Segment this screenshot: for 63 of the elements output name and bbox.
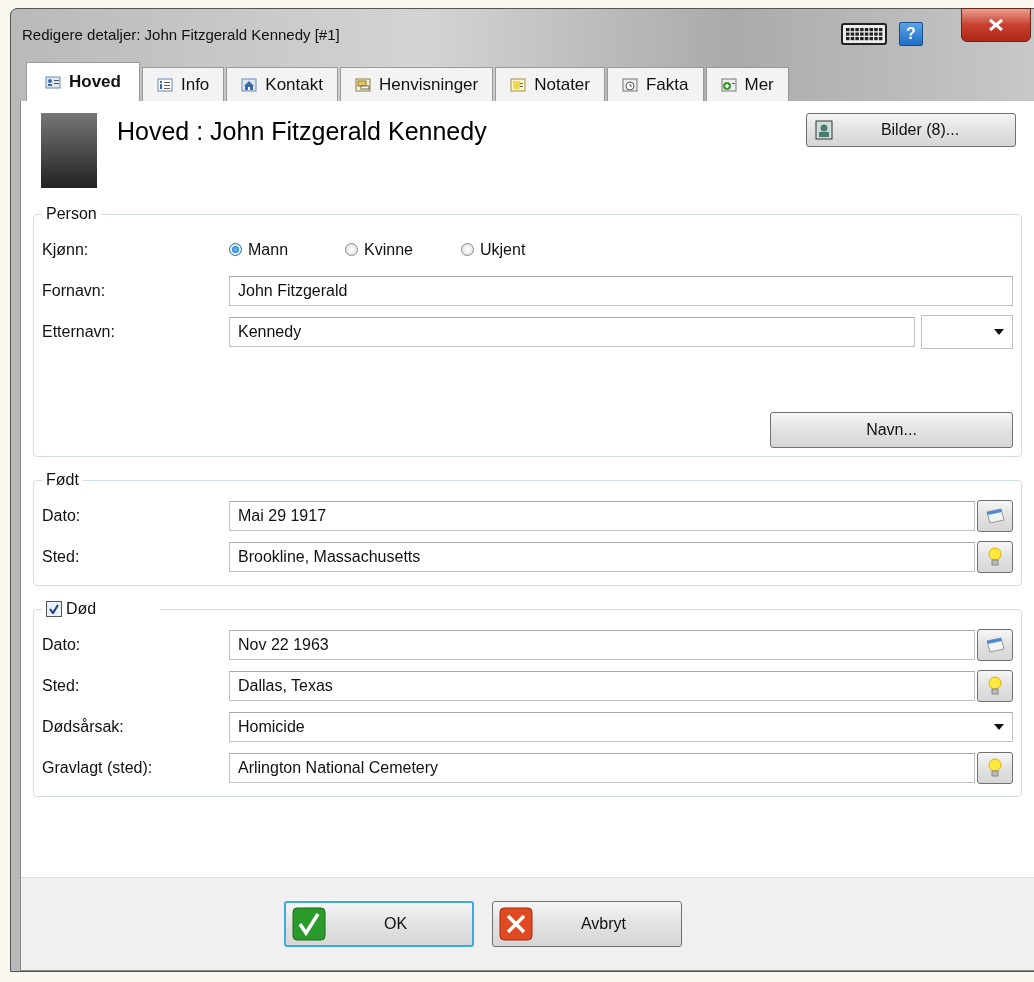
close-icon [498,907,533,941]
gender-radio[interactable]: Mann [229,240,345,259]
tab-icon [241,76,258,93]
dropdown-arrow-icon [994,723,1004,730]
place-button[interactable] [977,669,1013,702]
field-label: Sted: [42,676,81,695]
field-label: Dato: [42,506,82,525]
ok-button[interactable]: OK [283,901,474,947]
gender-radio[interactable]: Ukjent [461,240,577,259]
tab[interactable]: Mer [705,67,789,101]
tab[interactable]: Hoved [26,62,140,101]
cancel-button[interactable]: Avbryt [491,901,682,947]
field-label: Kjønn: [42,240,90,259]
place-button[interactable] [977,751,1013,784]
close-icon [989,19,1003,31]
tab-icon [156,76,173,93]
checkmark-icon [291,907,326,941]
place-field[interactable]: Brookline, Massachusetts [229,541,975,572]
place-field[interactable]: Arlington National Cemetery [229,752,975,783]
text-field[interactable]: John Fitzgerald [229,275,1013,306]
date-field[interactable]: Nov 22 1963 [229,629,975,660]
group-title: Født [46,471,79,489]
field-label: Dødsårsak: [42,717,125,736]
place-button[interactable] [977,540,1013,573]
tab[interactable]: Notater [495,67,605,101]
field-label: Sted: [42,547,81,566]
field-label: Fornavn: [42,281,107,300]
field-label: Etternavn: [42,322,116,341]
dropdown-arrow-icon [994,328,1004,335]
tab-icon [720,76,737,93]
tab-icon [510,76,527,93]
calendar-icon [984,634,1006,655]
portrait-icon [815,120,833,140]
place-field[interactable]: Dallas, Texas [229,670,975,701]
text-field[interactable]: Kennedy [229,316,915,347]
calendar-button[interactable] [977,628,1013,661]
lightbulb-icon [988,757,1002,778]
checkmark-icon [49,604,59,614]
group-title: Død [66,600,97,618]
dropdown-field[interactable]: Homicide [229,711,1013,742]
gender-radio[interactable]: Kvinne [345,240,461,259]
tab-icon [355,76,371,93]
names-button[interactable]: Navn... [770,412,1013,448]
close-button[interactable] [961,8,1031,42]
group-title: Person [46,205,97,223]
lightbulb-icon [988,546,1002,567]
date-field[interactable]: Mai 29 1917 [229,500,975,531]
lightbulb-icon [988,675,1002,696]
pictures-button[interactable]: Bilder (8)... [806,113,1016,147]
died-checkbox[interactable] [46,601,62,617]
page-heading: Hoved : John Fitzgerald Kennedy [117,117,488,146]
field-label: Gravlagt (sted): [42,758,154,777]
tab[interactable]: Fakta [606,67,704,101]
calendar-button[interactable] [977,499,1013,532]
tab[interactable]: Kontakt [226,67,338,101]
calendar-icon [984,505,1006,526]
keyboard-icon[interactable] [841,23,887,45]
window-title: Redigere detaljer: John Fitzgerald Kennedy [#1] [22,25,341,43]
tab-icon [45,74,61,90]
tab[interactable]: Henvisninger [340,67,494,101]
tab[interactable]: Info [141,67,225,101]
field-label: Dato: [42,635,82,654]
tab-icon [621,76,638,93]
